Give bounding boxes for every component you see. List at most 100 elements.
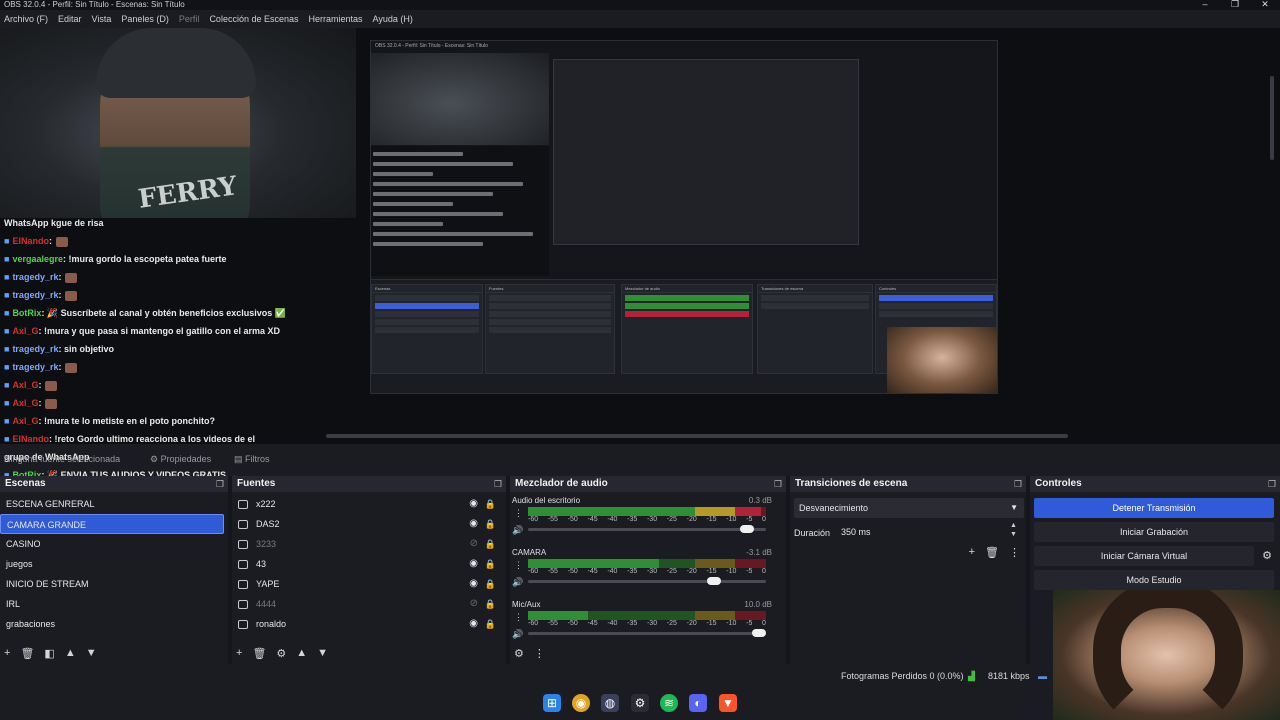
minimize-button[interactable]: –: [1190, 0, 1220, 10]
menu-scene-collection[interactable]: Colección de Escenas: [209, 12, 298, 26]
menu-profile[interactable]: Perfil: [179, 12, 200, 26]
fader-knob[interactable]: [739, 525, 754, 533]
menu-help[interactable]: Ayuda (H): [373, 12, 413, 26]
maximize-button[interactable]: ❐: [1220, 0, 1250, 10]
start-virtual-camera-button[interactable]: Iniciar Cámara Virtual: [1034, 546, 1254, 566]
undock-icon[interactable]: ❐: [1268, 476, 1276, 492]
mixer-menu-icon[interactable]: ⋮: [534, 647, 545, 660]
eye-icon[interactable]: ◉: [469, 494, 478, 514]
fader-knob[interactable]: [751, 629, 766, 637]
scene-item[interactable]: CASINO: [0, 534, 228, 554]
speaker-icon[interactable]: 🔊: [512, 577, 523, 588]
start-recording-button[interactable]: Iniciar Grabación: [1034, 522, 1274, 542]
add-source-icon[interactable]: +: [236, 647, 242, 659]
source-item[interactable]: 4444 ⊘ 🔒: [232, 594, 506, 614]
source-item[interactable]: 43 ◉ 🔒: [232, 554, 506, 574]
scene-item[interactable]: IRL: [0, 594, 228, 614]
source-list: x222 ◉ 🔒 DAS2 ◉ 🔒 3233 ⊘ 🔒 43 ◉ 🔒 YAPE ◉ 🔒 4444 ⊘ 🔒 ronald…: [232, 492, 506, 634]
source-item[interactable]: YAPE ◉ 🔒: [232, 574, 506, 594]
lock-icon[interactable]: 🔒: [485, 594, 496, 614]
scene-item[interactable]: grabaciones: [0, 614, 228, 634]
lock-icon[interactable]: 🔒: [485, 494, 496, 514]
undock-icon[interactable]: ❐: [494, 476, 502, 492]
menu-file[interactable]: Archivo (F): [4, 12, 48, 26]
move-down-icon[interactable]: ▼: [317, 647, 328, 659]
preview-canvas[interactable]: FERRY WhatsApp kgue de risa ■ ElNando: ■ ver…: [0, 28, 1280, 498]
lock-icon[interactable]: 🔒: [485, 614, 496, 634]
move-up-icon[interactable]: ▲: [296, 647, 307, 659]
eye-off-icon[interactable]: ⊘: [470, 594, 478, 614]
remove-transition-icon[interactable]: 🗑: [985, 546, 999, 559]
stop-streaming-button[interactable]: Detener Transmisión: [1034, 498, 1274, 518]
move-down-icon[interactable]: ▼: [86, 647, 97, 659]
source-properties-icon[interactable]: ⚙: [276, 647, 286, 660]
eye-icon[interactable]: ◉: [469, 514, 478, 534]
lock-icon[interactable]: 🔒: [485, 574, 496, 594]
eye-icon[interactable]: ◉: [469, 554, 478, 574]
remove-scene-icon[interactable]: 🗑: [20, 647, 34, 660]
emote-icon: [55, 236, 68, 247]
menu-edit[interactable]: Editar: [58, 12, 82, 26]
close-button[interactable]: ✕: [1250, 0, 1280, 10]
lock-icon[interactable]: 🔒: [485, 554, 496, 574]
preview-horizontal-scrollbar[interactable]: [326, 434, 1068, 438]
steam-icon[interactable]: ⚙: [631, 694, 649, 712]
source-item[interactable]: DAS2 ◉ 🔒: [232, 514, 506, 534]
virtual-camera-settings-icon[interactable]: ⚙: [1262, 549, 1272, 562]
spotify-icon[interactable]: ≋: [660, 694, 678, 712]
lock-icon[interactable]: 🔒: [485, 534, 496, 554]
advanced-audio-icon[interactable]: ⚙: [514, 647, 524, 660]
scene-filters-icon[interactable]: ◧: [44, 647, 54, 660]
volume-fader[interactable]: [528, 577, 766, 585]
move-up-icon[interactable]: ▲: [65, 647, 76, 659]
fader-knob[interactable]: [706, 577, 721, 585]
lock-icon[interactable]: 🔒: [485, 514, 496, 534]
chat-text: : 🎉 Suscríbete al canal y obtén benefici…: [41, 308, 286, 318]
volume-fader[interactable]: [528, 525, 766, 533]
preview-vertical-scrollbar[interactable]: [1270, 76, 1274, 160]
source-item[interactable]: 3233 ⊘ 🔒: [232, 534, 506, 554]
studio-mode-button[interactable]: Modo Estudio: [1034, 570, 1274, 590]
speaker-icon[interactable]: 🔊: [512, 525, 523, 536]
scale-tick: 0: [762, 568, 766, 575]
scene-item[interactable]: ESCENA GENRERAL: [0, 494, 228, 514]
duration-input[interactable]: 350 ms: [836, 523, 1016, 541]
remove-source-icon[interactable]: 🗑: [252, 647, 266, 660]
discord-icon[interactable]: ◐: [689, 694, 707, 712]
scene-item[interactable]: INICIO DE STREAM: [0, 574, 228, 594]
channel-menu-icon[interactable]: ⋮: [514, 560, 523, 571]
eye-icon[interactable]: ◉: [469, 614, 478, 634]
chevron-down-icon: ▼: [1010, 503, 1018, 512]
properties-button[interactable]: ⚙ Propiedades: [150, 450, 211, 468]
undock-icon[interactable]: ❐: [216, 476, 224, 492]
duration-stepper[interactable]: ▲ ▼: [1010, 521, 1017, 539]
filters-button[interactable]: ▤ Filtros: [234, 450, 270, 468]
menu-tools[interactable]: Herramientas: [309, 12, 363, 26]
source-item[interactable]: ronaldo ◉ 🔒: [232, 614, 506, 634]
scene-item[interactable]: CAMARA GRANDE: [0, 514, 224, 534]
eye-off-icon[interactable]: ⊘: [470, 534, 478, 554]
obs-icon[interactable]: ◍: [601, 694, 619, 712]
add-transition-icon[interactable]: +: [969, 546, 975, 559]
volume-fader[interactable]: [528, 629, 766, 637]
add-scene-icon[interactable]: +: [4, 647, 10, 659]
undock-icon[interactable]: ❐: [774, 476, 782, 492]
scale-tick: -25: [666, 516, 677, 523]
scale-tick: -35: [627, 516, 638, 523]
channel-menu-icon[interactable]: ⋮: [514, 508, 523, 519]
source-item[interactable]: x222 ◉ 🔒: [232, 494, 506, 514]
menu-docks[interactable]: Paneles (D): [121, 12, 169, 26]
chrome-icon[interactable]: ◉: [572, 694, 590, 712]
undock-icon[interactable]: ❐: [1014, 476, 1022, 492]
menu-view[interactable]: Vista: [92, 12, 112, 26]
transition-menu-icon[interactable]: ⋮: [1009, 546, 1020, 559]
speaker-icon[interactable]: 🔊: [512, 629, 523, 640]
scale-tick: -15: [706, 568, 717, 575]
eye-icon[interactable]: ◉: [469, 574, 478, 594]
scene-item[interactable]: juegos: [0, 554, 228, 574]
channel-menu-icon[interactable]: ⋮: [514, 612, 523, 623]
badge-icon: ■: [4, 272, 10, 282]
transition-select[interactable]: Desvanecimiento ▼: [794, 498, 1024, 518]
brave-icon[interactable]: ▼: [719, 694, 737, 712]
windows-start-icon[interactable]: ⊞: [543, 694, 561, 712]
